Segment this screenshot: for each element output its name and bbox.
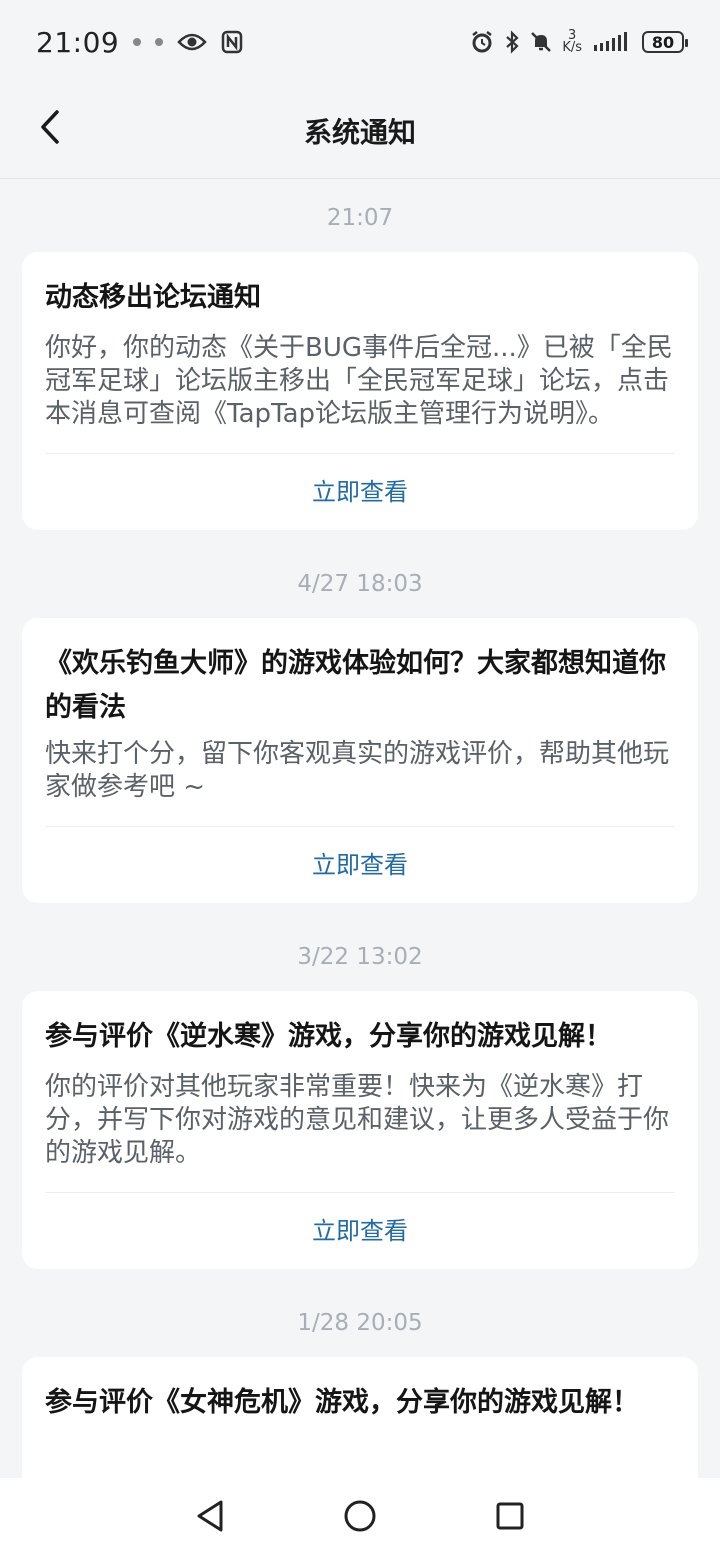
bluetooth-icon — [504, 30, 520, 54]
notification-title: 参与评价《逆水寒》游戏，分享你的游戏见解！ — [45, 1021, 612, 1052]
nav-back-button[interactable] — [135, 1478, 285, 1554]
triangle-back-icon — [197, 1500, 223, 1532]
notification-time: 1/28 20:05 — [297, 1310, 423, 1336]
notification-title: 参与评价《女神危机》游戏，分享你的游戏见解！ — [45, 1387, 639, 1418]
status-time: 21:09 — [36, 25, 120, 59]
notification-title: 动态移出论坛通知 — [45, 282, 261, 313]
page-header: 系统通知 — [0, 84, 720, 179]
notification-body: 快来打个分，留下你客观真实的游戏评价，帮助其他玩家做参考吧 ~ — [45, 739, 670, 802]
network-speed: 3 K/s — [562, 29, 582, 55]
page-title: 系统通知 — [303, 116, 416, 149]
nav-recents-button[interactable] — [435, 1478, 585, 1554]
notification-card[interactable]: 动态移出论坛通知 你好，你的动态《关于BUG事件后全冠...》已被「全民冠军足球… — [22, 252, 698, 530]
alarm-icon — [470, 30, 494, 54]
eye-icon — [177, 32, 207, 52]
notification-card[interactable]: 参与评价《女神危机》游戏，分享你的游戏见解！ — [22, 1357, 698, 1478]
mute-icon — [530, 30, 552, 54]
notification-body: 你的评价对其他玩家非常重要！快来为《逆水寒》打分，并写下你对游戏的意见和建议，让… — [45, 1072, 670, 1168]
signal-icon — [592, 31, 632, 53]
status-right: 3 K/s 80 — [470, 29, 688, 55]
notification-list[interactable]: 21:07 动态移出论坛通知 你好，你的动态《关于BUG事件后全冠...》已被「… — [0, 180, 720, 1478]
status-left: 21:09 — [36, 26, 243, 59]
chevron-left-icon — [41, 110, 59, 144]
nav-home-button[interactable] — [285, 1478, 435, 1554]
nfc-icon — [221, 30, 243, 54]
view-now-button[interactable]: 立即查看 — [45, 454, 675, 530]
status-bar: 21:09 3 K/s 80 — [0, 0, 720, 84]
battery-level: 80 — [651, 32, 675, 52]
notification-card[interactable]: 参与评价《逆水寒》游戏，分享你的游戏见解！ 你的评价对其他玩家非常重要！快来为《… — [22, 991, 698, 1269]
notification-time: 4/27 18:03 — [297, 571, 423, 597]
circle-home-icon — [344, 1500, 376, 1532]
system-nav-bar — [0, 1478, 720, 1554]
notification-title: 《欢乐钓鱼大师》的游戏体验如何？大家都想知道你的看法 — [45, 648, 666, 723]
back-button[interactable] — [30, 102, 70, 152]
notification-time: 3/22 13:02 — [297, 944, 423, 970]
battery-icon: 80 — [642, 31, 688, 53]
notification-time: 21:07 — [326, 205, 394, 231]
view-now-button[interactable]: 立即查看 — [45, 1193, 675, 1269]
notification-dot-icon — [155, 38, 164, 46]
square-recents-icon — [496, 1502, 524, 1530]
view-now-button[interactable]: 立即查看 — [45, 827, 675, 903]
notification-dot-icon — [133, 38, 142, 46]
notification-body: 你好，你的动态《关于BUG事件后全冠...》已被「全民冠军足球」论坛版主移出「全… — [45, 333, 673, 429]
network-speed-unit: K/s — [562, 40, 582, 55]
notification-card[interactable]: 《欢乐钓鱼大师》的游戏体验如何？大家都想知道你的看法 快来打个分，留下你客观真实… — [22, 618, 698, 903]
